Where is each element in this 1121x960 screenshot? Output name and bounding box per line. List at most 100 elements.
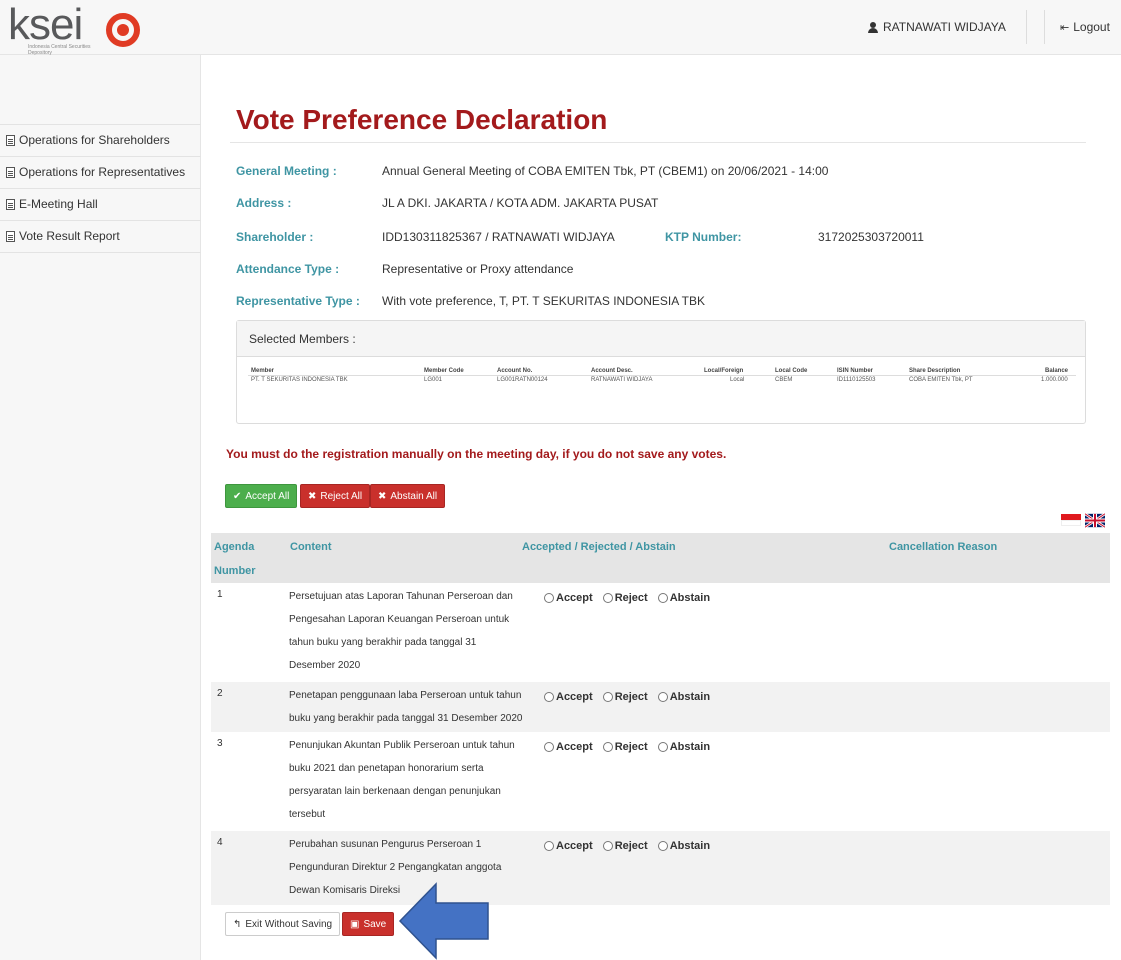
members-header-account-desc: Account Desc. <box>591 368 633 374</box>
option-label: Accept <box>556 592 593 604</box>
general-meeting-label: General Meeting : <box>236 164 337 178</box>
table-row: 4 Perubahan susunan Pengurus Perseroan 1… <box>211 831 1110 905</box>
radio-circle-icon <box>657 593 668 603</box>
members-cell-local-foreign: Local <box>730 377 745 383</box>
attendance-type-label: Attendance Type : <box>236 262 340 276</box>
radio-circle-icon <box>602 692 613 702</box>
flag-white-band <box>1061 520 1081 526</box>
selected-members-title: Selected Members : <box>249 332 356 346</box>
address-label: Address : <box>236 196 292 210</box>
agenda-header: Agenda <box>214 541 255 553</box>
agenda-content-line: tersebut <box>289 809 326 820</box>
shareholder-label: Shareholder : <box>236 230 314 244</box>
ktp-number-label: KTP Number: <box>665 230 742 244</box>
agenda-number: 1 <box>217 589 223 600</box>
shareholder-value: IDD130311825367 / RATNAWATI WIDJAYA <box>382 230 615 244</box>
attendance-type-value: Representative or Proxy attendance <box>382 262 574 276</box>
english-flag-icon[interactable] <box>1085 513 1105 528</box>
radio-circle-icon <box>602 593 613 603</box>
radio-circle-icon <box>544 742 554 752</box>
reject-radio[interactable]: Reject <box>602 741 648 753</box>
agenda-content-line: tahun buku yang berakhir pada tanggal 31 <box>289 637 477 648</box>
radio-circle-icon <box>657 841 668 851</box>
agenda-content-line: buku yang berakhir pada tanggal 31 Desem… <box>289 713 523 724</box>
agenda-content-line: Perubahan susunan Pengurus Perseroan 1 <box>289 839 482 850</box>
sidebar <box>0 55 201 960</box>
back-arrow-icon: ↰ <box>233 918 242 930</box>
title-divider <box>230 142 1086 143</box>
agenda-header-line2: Number <box>214 565 256 577</box>
reject-radio[interactable]: Reject <box>602 592 648 604</box>
agenda-content-line: Pengesahan Laporan Keuangan Perseroan un… <box>289 614 510 625</box>
exit-without-saving-button[interactable]: ↰ Exit Without Saving <box>225 912 341 936</box>
document-icon <box>6 230 15 242</box>
option-label: Abstain <box>669 840 711 852</box>
sidebar-divider <box>0 156 201 157</box>
accept-radio[interactable]: Accept <box>544 840 593 852</box>
table-row: 3 Penunjukan Akuntan Publik Perseroan un… <box>211 732 1110 831</box>
check-icon: ✔ <box>233 490 242 502</box>
members-cell-account-desc: RATNAWATI WIDJAYA <box>591 377 653 383</box>
accept-all-button[interactable]: ✔ Accept All <box>225 484 298 508</box>
table-row: 1 Persetujuan atas Laporan Tahunan Perse… <box>211 583 1110 682</box>
save-icon: ▣ <box>350 918 360 930</box>
members-header-isin: ISIN Number <box>837 368 874 374</box>
agenda-content-line: Penunjukan Akuntan Publik Perseroan untu… <box>289 740 515 751</box>
members-header-balance: Balance <box>1045 368 1069 374</box>
user-menu[interactable]: RATNAWATI WIDJAYA <box>868 20 1006 34</box>
ksei-logo[interactable]: ksei Indonesia Central Securities Deposi… <box>8 0 158 56</box>
document-icon <box>6 198 15 210</box>
option-label: Accept <box>556 741 593 753</box>
option-label: Reject <box>614 592 648 604</box>
members-header-share-desc: Share Description <box>909 368 961 374</box>
members-cell-share-desc: COBA EMITEN Tbk, PT <box>909 377 973 383</box>
accept-radio[interactable]: Accept <box>544 691 593 703</box>
sidebar-divider <box>0 188 201 189</box>
option-label: Reject <box>614 691 648 703</box>
accept-radio[interactable]: Accept <box>544 592 593 604</box>
top-divider <box>1044 10 1045 44</box>
address-value: JL A DKI. JAKARTA / KOTA ADM. JAKARTA PU… <box>382 196 659 210</box>
document-icon <box>6 166 15 178</box>
reject-all-button[interactable]: ✖ Reject All <box>300 484 371 508</box>
option-label: Abstain <box>669 741 711 753</box>
registration-warning: You must do the registration manually on… <box>226 447 727 461</box>
sidebar-item-operations-representatives[interactable]: Operations for Representatives <box>6 165 196 179</box>
members-cell-member: PT. T SEKURITAS INDONESIA TBK <box>251 377 348 383</box>
vote-options: Accept Reject Abstain <box>544 691 710 703</box>
members-header-local-code: Local Code <box>775 368 808 374</box>
members-table-rule <box>248 375 1076 376</box>
sidebar-item-vote-result-report[interactable]: Vote Result Report <box>6 229 196 243</box>
sidebar-item-operations-shareholders[interactable]: Operations for Shareholders <box>6 133 196 147</box>
accept-radio[interactable]: Accept <box>544 741 593 753</box>
option-label: Accept <box>556 840 593 852</box>
logo-ring-icon <box>106 13 140 47</box>
logout-button[interactable]: ⇤ Logout <box>1060 20 1110 34</box>
option-label: Reject <box>614 741 648 753</box>
abstain-radio[interactable]: Abstain <box>657 741 711 753</box>
sidebar-item-e-meeting-hall[interactable]: E-Meeting Hall <box>6 197 196 211</box>
radio-circle-icon <box>602 841 613 851</box>
exit-label: Exit Without Saving <box>245 918 333 930</box>
logout-label: Logout <box>1073 20 1110 34</box>
reject-radio[interactable]: Reject <box>602 840 648 852</box>
agenda-content-line: persyaratan lain berkenaan dengan penunj… <box>289 786 501 797</box>
abstain-all-button[interactable]: ✖ Abstain All <box>370 484 446 508</box>
members-cell-isin: ID1110125503 <box>837 377 876 383</box>
radio-circle-icon <box>602 742 613 752</box>
members-cell-local-code: CBEM <box>775 377 793 383</box>
agenda-content-line: buku 2021 dan penetapan honorarium serta <box>289 763 484 774</box>
radio-circle-icon <box>544 841 554 851</box>
abstain-radio[interactable]: Abstain <box>657 840 711 852</box>
abstain-radio[interactable]: Abstain <box>657 691 710 703</box>
option-label: Reject <box>614 840 648 852</box>
indonesian-flag-icon[interactable] <box>1061 514 1081 526</box>
reject-radio[interactable]: Reject <box>602 691 648 703</box>
abstain-radio[interactable]: Abstain <box>657 592 710 604</box>
top-bar: ksei Indonesia Central Securities Deposi… <box>0 0 1121 56</box>
agenda-content-line: Pengunduran Direktur 2 Pengangkatan angg… <box>289 862 502 873</box>
save-button[interactable]: ▣ Save <box>342 912 395 936</box>
representative-type-label: Representative Type : <box>236 294 360 308</box>
page-frame: ksei Indonesia Central Securities Deposi… <box>0 0 1121 960</box>
logo-word: ksei <box>8 0 83 49</box>
